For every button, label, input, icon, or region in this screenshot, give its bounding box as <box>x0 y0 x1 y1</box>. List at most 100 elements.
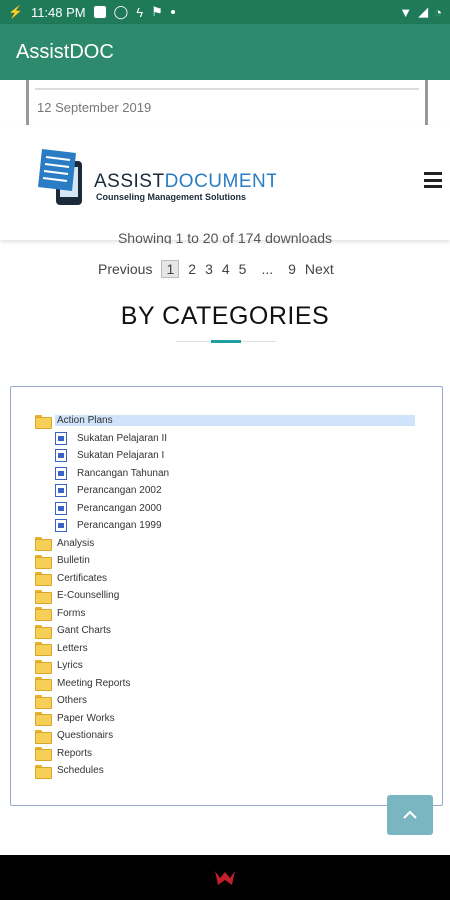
assistdocument-logo[interactable]: ASSISTDOCUMENT Counseling Management Sol… <box>36 147 276 219</box>
menu-bar <box>424 172 442 175</box>
folder-icon <box>35 659 52 674</box>
tree-file[interactable]: Perancangan 1999 <box>35 517 415 535</box>
previous-item-card: 12 September 2019 <box>26 80 428 125</box>
signal-app-icon: ⚡ <box>8 5 23 19</box>
tree-folder-label: Bulletin <box>57 555 90 567</box>
logo-document <box>38 149 76 191</box>
chevron-up-icon <box>403 810 417 819</box>
tree-folder[interactable]: Forms <box>35 605 415 623</box>
folder-icon <box>35 624 52 639</box>
categories-heading: BY CATEGORIES <box>120 302 330 330</box>
tree-folder-label: Letters <box>57 642 88 654</box>
tree-folder[interactable]: Meeting Reports <box>35 675 415 693</box>
tree-folder[interactable]: Schedules <box>35 762 415 780</box>
tree-folder-label: Schedules <box>57 765 104 777</box>
category-tree: Action Plans Sukatan Pelajaran II Sukata… <box>10 386 443 806</box>
tree-folder-label: Analysis <box>57 537 95 549</box>
tree-folder-label: Paper Works <box>57 712 115 724</box>
pagination: Previous 1 2 3 4 5 ... 9 Next <box>98 260 334 278</box>
svg-text:ASSISTDOCUMENT: ASSISTDOCUMENT <box>94 171 276 192</box>
whatsapp-notification-icon: ◯ <box>113 4 129 19</box>
tree-folder-expanded[interactable]: Action Plans <box>35 412 415 430</box>
messenger-notification-icon: ϟ <box>136 4 144 20</box>
site-header: ASSISTDOCUMENT Counseling Management Sol… <box>0 125 450 240</box>
word-document-icon <box>55 501 67 515</box>
word-document-icon <box>55 431 67 445</box>
folder-icon <box>35 607 52 622</box>
word-document-icon <box>55 466 67 480</box>
folder-icon <box>35 554 52 569</box>
folder-icon <box>35 694 52 709</box>
hamburger-menu-icon[interactable] <box>424 172 442 188</box>
word-document-icon <box>55 484 67 498</box>
tree-file[interactable]: Rancangan Tahunan <box>35 465 415 483</box>
pagination-page[interactable]: 4 <box>222 261 230 277</box>
app-launcher-icon[interactable] <box>214 869 236 887</box>
tree-folder[interactable]: Analysis <box>35 535 415 553</box>
folder-icon <box>35 642 52 657</box>
tree-file-label: Perancangan 1999 <box>77 520 162 532</box>
status-time: 11:48 PM <box>30 4 86 20</box>
tree-file-label: Perancangan 2002 <box>77 485 162 497</box>
tree-folder-label: Forms <box>57 607 86 619</box>
signal-icon: ◢ <box>418 4 429 19</box>
menu-bar <box>424 185 442 188</box>
folder-icon <box>35 537 52 552</box>
downloads-count: Showing 1 to 20 of 174 downloads <box>117 230 333 244</box>
tree-folder[interactable]: Letters <box>35 640 415 658</box>
tree-file[interactable]: Perancangan 2002 <box>35 482 415 500</box>
tree-file[interactable]: Sukatan Pelajaran II <box>35 430 415 448</box>
folder-icon <box>35 712 52 727</box>
battery-icon: ◔ <box>434 4 442 20</box>
tree-folder[interactable]: E-Counselling <box>35 587 415 605</box>
tree-folder[interactable]: Gant Charts <box>35 622 415 640</box>
more-notifications-icon <box>170 10 175 14</box>
webview[interactable]: 12 September 2019 ASSISTDOCUMENT Counsel… <box>0 80 450 855</box>
system-navigation-bar <box>0 855 450 900</box>
open-folder-icon <box>35 414 52 429</box>
tree-folder[interactable]: Bulletin <box>35 552 415 570</box>
pagination-ellipsis: ... <box>261 261 274 277</box>
tree-folder[interactable]: Reports <box>35 745 415 763</box>
folder-icon <box>35 572 52 587</box>
logo-word-document: DOCUMENT <box>165 171 276 192</box>
tree-file[interactable]: Perancangan 2000 <box>35 500 415 518</box>
tree-folder[interactable]: Questionairs <box>35 727 415 745</box>
tree-folder-label: E-Counselling <box>57 590 120 602</box>
tree-file[interactable]: Sukatan Pelajaran I <box>35 447 415 465</box>
pagination-page[interactable]: 3 <box>205 261 213 277</box>
folder-icon <box>35 677 52 692</box>
logo-tagline: Counseling Management Solutions <box>96 192 246 202</box>
pagination-page[interactable]: 5 <box>239 261 247 277</box>
tree-folder-label: Others <box>57 695 88 707</box>
folder-icon <box>35 589 52 604</box>
tree-folder-label: Lyrics <box>57 660 83 672</box>
folder-icon <box>35 729 52 744</box>
wifi-icon: ▼ <box>399 4 413 20</box>
app-title: AssistDOC <box>16 40 114 63</box>
gallery-notification-icon <box>93 6 106 18</box>
tree-folder[interactable]: Others <box>35 692 415 710</box>
folder-icon <box>35 747 52 762</box>
pagination-last-page[interactable]: 9 <box>288 261 296 277</box>
status-bar: ⚡ 11:48 PM ◯ ϟ ⚑ ▼ ◢ ◔ <box>0 0 450 24</box>
scroll-to-top-button[interactable] <box>387 795 433 835</box>
heading-accent <box>211 340 241 343</box>
pagination-page[interactable]: 2 <box>188 261 196 277</box>
tree-folder-label: Reports <box>57 747 93 759</box>
folder-icon <box>35 764 52 779</box>
pagination-current-page[interactable]: 1 <box>161 260 180 278</box>
pagination-previous[interactable]: Previous <box>98 261 152 277</box>
tree-file-label: Sukatan Pelajaran I <box>77 450 165 462</box>
tree-file-label: Rancangan Tahunan <box>77 467 170 479</box>
app-bar: AssistDOC <box>0 24 450 80</box>
tree-folder[interactable]: Lyrics <box>35 657 415 675</box>
menu-bar <box>424 178 442 182</box>
tree-folder-label: Meeting Reports <box>57 677 131 689</box>
tree-folder[interactable]: Paper Works <box>35 710 415 728</box>
item-date: 12 September 2019 <box>37 100 152 115</box>
pagination-next[interactable]: Next <box>305 261 334 277</box>
tree-folder-label: Gant Charts <box>57 625 111 637</box>
tree-folder[interactable]: Certificates <box>35 570 415 588</box>
logo-word-assist: ASSIST <box>94 171 165 192</box>
